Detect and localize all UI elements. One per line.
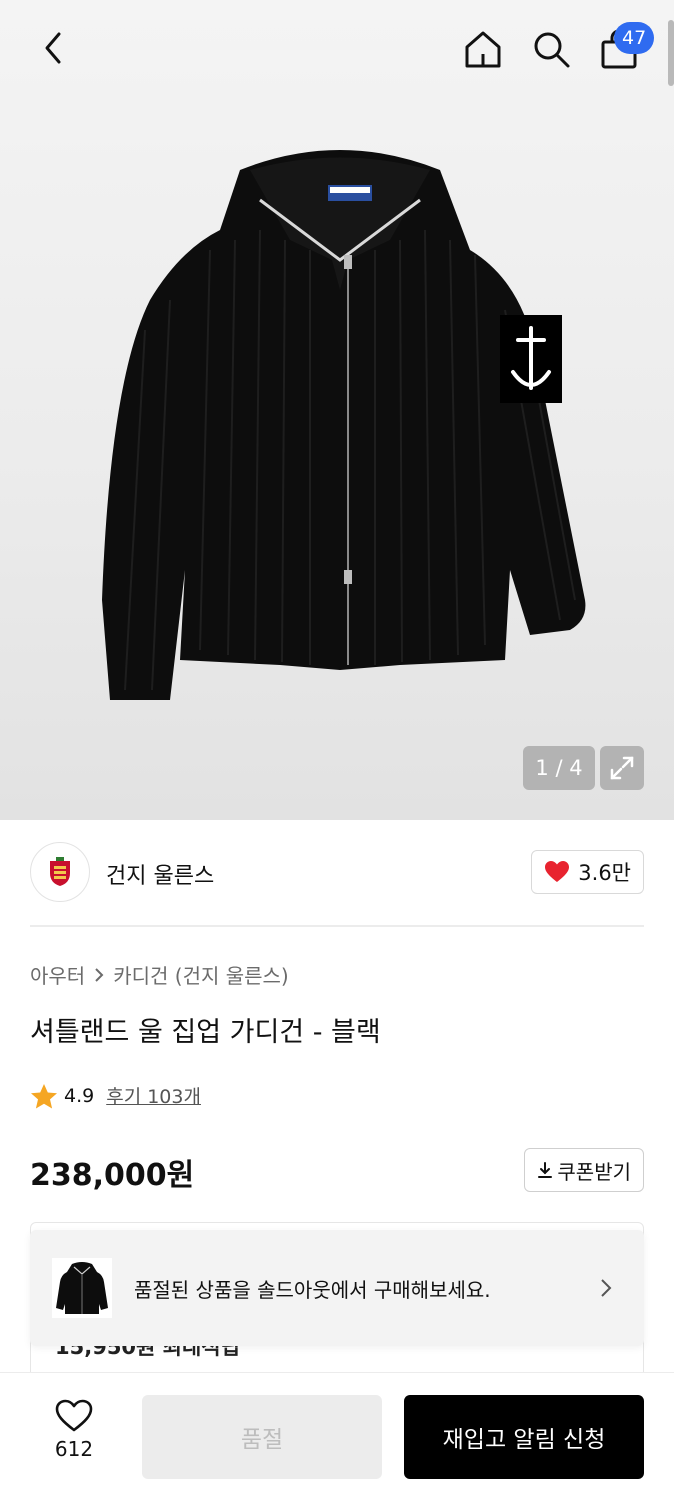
product-price: 238,000원: [30, 1158, 195, 1193]
brand-row[interactable]: 건지 울른스 3.6만: [30, 842, 644, 904]
breadcrumb-category[interactable]: 아우터: [30, 960, 85, 989]
restock-alert-button[interactable]: 재입고 알림 신청: [404, 1395, 644, 1479]
brand-logo[interactable]: [30, 842, 90, 902]
home-icon: [465, 31, 501, 68]
chevron-right-icon: [95, 967, 104, 982]
brand-like-count: 3.6만: [578, 861, 631, 885]
download-icon: [538, 1162, 553, 1178]
soldout-banner[interactable]: 품절된 상품을 솔드아웃에서 구매해보세요.: [30, 1230, 644, 1346]
product-rating: 4.9 후기 103개: [30, 1082, 201, 1109]
heart-outline-icon: [55, 1399, 93, 1432]
back-button[interactable]: [30, 24, 78, 72]
divider: [30, 925, 644, 927]
home-button[interactable]: [458, 24, 508, 74]
brand-crest-icon: [50, 857, 70, 886]
chevron-right-icon: [601, 1279, 612, 1297]
soldout-product-thumbnail: [52, 1258, 112, 1318]
breadcrumb-subcategory[interactable]: 카디건 (건지 울른스): [113, 960, 289, 989]
chevron-left-icon: [45, 32, 61, 64]
bottom-action-bar: 612 품절 재입고 알림 신청: [0, 1372, 674, 1500]
star-icon: [31, 1083, 57, 1108]
coupon-download-button[interactable]: 쿠폰받기: [524, 1148, 644, 1192]
cardigan-thumbnail-icon: [56, 1262, 108, 1314]
brand-like-button[interactable]: 3.6만: [531, 850, 644, 894]
expand-image-button[interactable]: [600, 746, 644, 790]
scrollbar[interactable]: [668, 20, 674, 86]
soldout-banner-message: 품절된 상품을 솔드아웃에서 구매해보세요.: [134, 1278, 491, 1302]
rating-score: 4.9: [64, 1084, 95, 1107]
wishlist-count: 612: [54, 1437, 94, 1461]
brand-name[interactable]: 건지 울른스: [106, 858, 214, 890]
wishlist-button[interactable]: 612: [34, 1399, 114, 1475]
expand-icon: [610, 756, 634, 780]
cardigan-product-photo: [102, 150, 586, 700]
product-image-gallery[interactable]: 47 1 / 4: [0, 0, 674, 820]
image-pager: 1 / 4: [523, 746, 595, 790]
review-count-link[interactable]: 후기 103개: [106, 1082, 201, 1109]
coupon-label: 쿠폰받기: [557, 1159, 631, 1184]
search-icon: [534, 32, 570, 68]
search-button[interactable]: [526, 24, 576, 74]
soldout-button: 품절: [142, 1395, 382, 1479]
heart-filled-icon: [545, 861, 570, 882]
cart-count-badge: 47: [614, 22, 655, 54]
breadcrumb: 아우터 카디건 (건지 울른스): [30, 960, 289, 989]
top-navigation-bar: 47: [0, 0, 674, 100]
product-title: 셔틀랜드 울 집업 가디건 - 블랙: [30, 1017, 381, 1048]
